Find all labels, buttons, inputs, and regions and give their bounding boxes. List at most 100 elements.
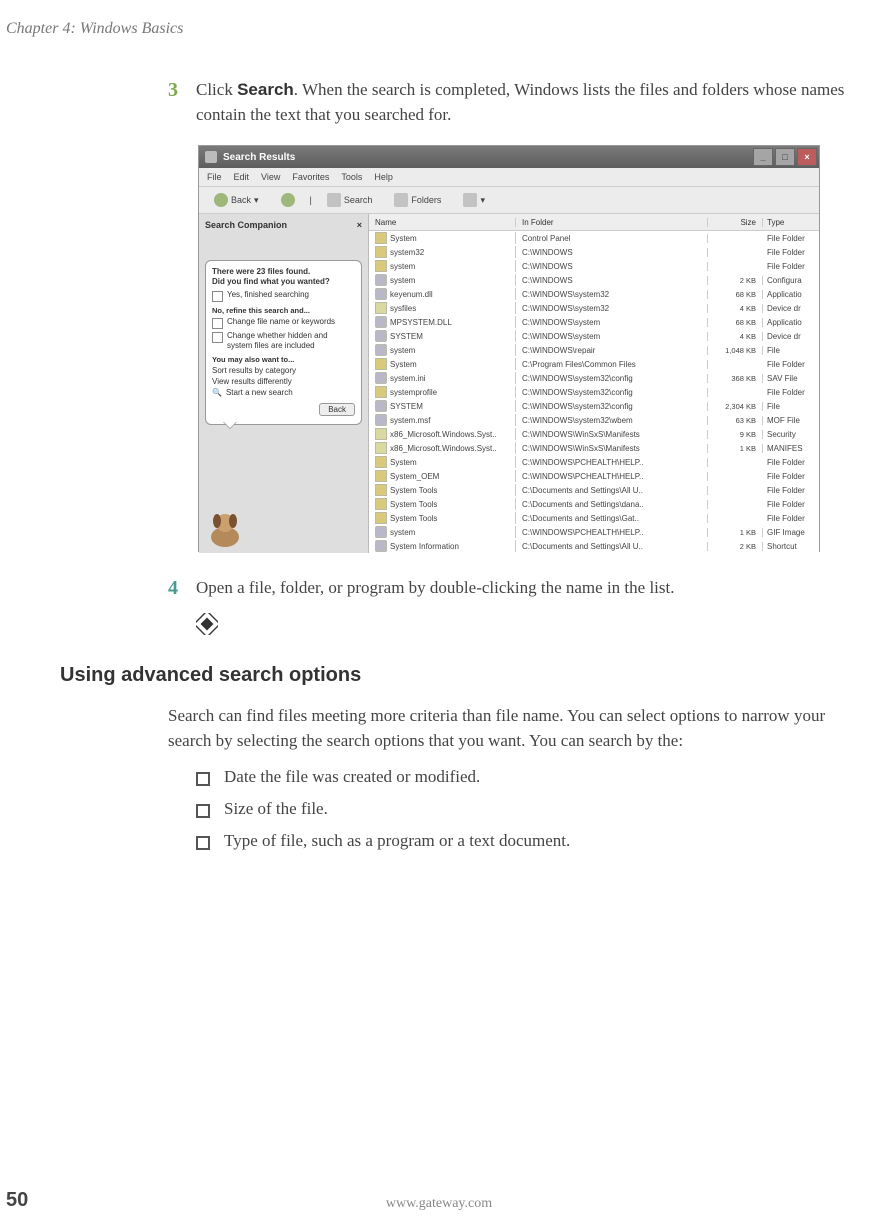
table-row[interactable]: system.iniC:\WINDOWS\system32\config368 … (369, 371, 819, 385)
table-row[interactable]: x86_Microsoft.Windows.Syst..C:\WINDOWS\W… (369, 427, 819, 441)
table-row[interactable]: keyenum.dllC:\WINDOWS\system3268 KBAppli… (369, 287, 819, 301)
row-type: SAV File (763, 374, 819, 383)
row-folder: C:\WINDOWS\system32\config (516, 374, 708, 383)
balloon-view[interactable]: View results differently (212, 377, 355, 386)
menu-bar: File Edit View Favorites Tools Help (199, 168, 819, 187)
row-type: File Folder (763, 248, 819, 257)
table-row[interactable]: SystemC:\Program Files\Common FilesFile … (369, 357, 819, 371)
views-button[interactable]: ▾ (456, 190, 492, 210)
col-type[interactable]: Type (763, 218, 819, 227)
row-type: MOF File (763, 416, 819, 425)
row-name: system.msf (390, 416, 430, 425)
row-name: x86_Microsoft.Windows.Syst.. (390, 430, 497, 439)
file-icon (375, 288, 387, 300)
row-folder: C:\WINDOWS\PCHEALTH\HELP.. (516, 472, 708, 481)
table-row[interactable]: SystemControl PanelFile Folder (369, 231, 819, 245)
file-icon (375, 386, 387, 398)
search-toolbar-button[interactable]: Search (320, 190, 380, 210)
balloon-start-new[interactable]: Start a new search (226, 388, 293, 398)
menu-view[interactable]: View (261, 172, 280, 182)
maximize-button[interactable]: □ (775, 148, 795, 166)
balloon-found-1: There were 23 files found. (212, 267, 310, 276)
row-folder: C:\WINDOWS\repair (516, 346, 708, 355)
balloon-refine-1[interactable]: Change file name or keywords (227, 317, 335, 327)
menu-edit[interactable]: Edit (234, 172, 250, 182)
table-row[interactable]: system C:\WINDOWS\repair1,048 KBFile (369, 343, 819, 357)
balloon-finished[interactable]: Yes, finished searching (227, 290, 309, 300)
col-size[interactable]: Size (708, 218, 763, 227)
table-row[interactable]: System_OEMC:\WINDOWS\PCHEALTH\HELP..File… (369, 469, 819, 483)
row-name: System_OEM (390, 472, 439, 481)
row-type: File (763, 346, 819, 355)
table-row[interactable]: systemC:\WINDOWSFile Folder (369, 259, 819, 273)
row-name: x86_Microsoft.Windows.Syst.. (390, 444, 497, 453)
file-icon (375, 316, 387, 328)
close-button[interactable]: × (797, 148, 817, 166)
file-icon (375, 484, 387, 496)
page-footer: 50 www.gateway.com (0, 1189, 872, 1212)
row-folder: C:\WINDOWS\PCHEALTH\HELP.. (516, 458, 708, 467)
bullet-text: Date the file was created or modified. (224, 767, 480, 787)
table-row[interactable]: System ToolsC:\Documents and Settings\Ga… (369, 511, 819, 525)
table-row[interactable]: x86_Microsoft.Windows.Syst..C:\WINDOWS\W… (369, 441, 819, 455)
row-folder: C:\WINDOWS\system32\config (516, 402, 708, 411)
row-name: system32 (390, 248, 424, 257)
toolbar: Back ▾ | Search Folders ▾ (199, 187, 819, 214)
table-row[interactable]: system32C:\WINDOWSFile Folder (369, 245, 819, 259)
row-type: Shortcut (763, 542, 819, 551)
menu-tools[interactable]: Tools (341, 172, 362, 182)
balloon-refine-title: No, refine this search and... (212, 306, 355, 315)
col-folder[interactable]: In Folder (516, 218, 708, 227)
row-size: 2 KB (708, 276, 763, 285)
sidebar-close-icon[interactable]: × (357, 220, 362, 230)
row-type: File (763, 402, 819, 411)
menu-favorites[interactable]: Favorites (292, 172, 329, 182)
back-button[interactable]: Back ▾ (207, 190, 266, 210)
table-row[interactable]: systemprofileC:\WINDOWS\system32\configF… (369, 385, 819, 399)
table-row[interactable]: System InformationC:\Documents and Setti… (369, 539, 819, 553)
row-name: System Tools (390, 500, 437, 509)
table-row[interactable]: System ToolsC:\Documents and Settings\Al… (369, 483, 819, 497)
balloon-back-button[interactable]: Back (319, 403, 355, 416)
table-row[interactable]: MPSYSTEM.DLLC:\WINDOWS\system68 KBApplic… (369, 315, 819, 329)
table-row[interactable]: SYSTEMC:\WINDOWS\system4 KBDevice dr (369, 329, 819, 343)
table-row[interactable]: system.msfC:\WINDOWS\system32\wbem63 KBM… (369, 413, 819, 427)
minimize-button[interactable]: _ (753, 148, 773, 166)
menu-file[interactable]: File (207, 172, 222, 182)
row-size: 368 KB (708, 374, 763, 383)
table-row[interactable]: systemC:\WINDOWS2 KBConfigura (369, 273, 819, 287)
table-row[interactable]: System ToolsC:\Documents and Settings\da… (369, 497, 819, 511)
row-size: 1 KB (708, 528, 763, 537)
checkbox-icon[interactable] (212, 318, 223, 329)
row-name: system (390, 528, 415, 537)
row-folder: C:\Documents and Settings\All U.. (516, 542, 708, 551)
window-icon (205, 151, 217, 163)
table-row[interactable]: sysfilesC:\WINDOWS\system324 KBDevice dr (369, 301, 819, 315)
magnify-icon: 🔍 (212, 388, 222, 398)
balloon-refine-2[interactable]: Change whether hidden and system files a… (227, 331, 355, 350)
table-row[interactable]: SystemC:\WINDOWS\PCHEALTH\HELP..File Fol… (369, 455, 819, 469)
row-name: systemprofile (390, 388, 437, 397)
row-type: Applicatio (763, 290, 819, 299)
step-3-bold: Search (237, 80, 294, 99)
folders-button[interactable]: Folders (387, 190, 448, 210)
row-size: 68 KB (708, 318, 763, 327)
checkbox-icon[interactable] (212, 291, 223, 302)
sidebar-title: Search Companion (205, 220, 287, 230)
row-size: 1,048 KB (708, 346, 763, 355)
balloon-sort[interactable]: Sort results by category (212, 366, 355, 375)
col-name[interactable]: Name (369, 218, 516, 227)
chevron-down-icon: ▾ (480, 195, 485, 206)
row-type: Security (763, 430, 819, 439)
bullet-item: Size of the file. (196, 799, 866, 819)
checkbox-icon[interactable] (212, 332, 223, 343)
search-icon (327, 193, 341, 207)
table-row[interactable]: systemC:\WINDOWS\PCHEALTH\HELP..1 KBGIF … (369, 525, 819, 539)
menu-help[interactable]: Help (374, 172, 393, 182)
row-name: keyenum.dll (390, 290, 433, 299)
forward-button[interactable] (274, 190, 302, 210)
row-name: system (390, 346, 415, 355)
file-icon (375, 442, 387, 454)
results-panel: Name In Folder Size Type SystemControl P… (369, 214, 819, 553)
table-row[interactable]: SYSTEMC:\WINDOWS\system32\config2,304 KB… (369, 399, 819, 413)
